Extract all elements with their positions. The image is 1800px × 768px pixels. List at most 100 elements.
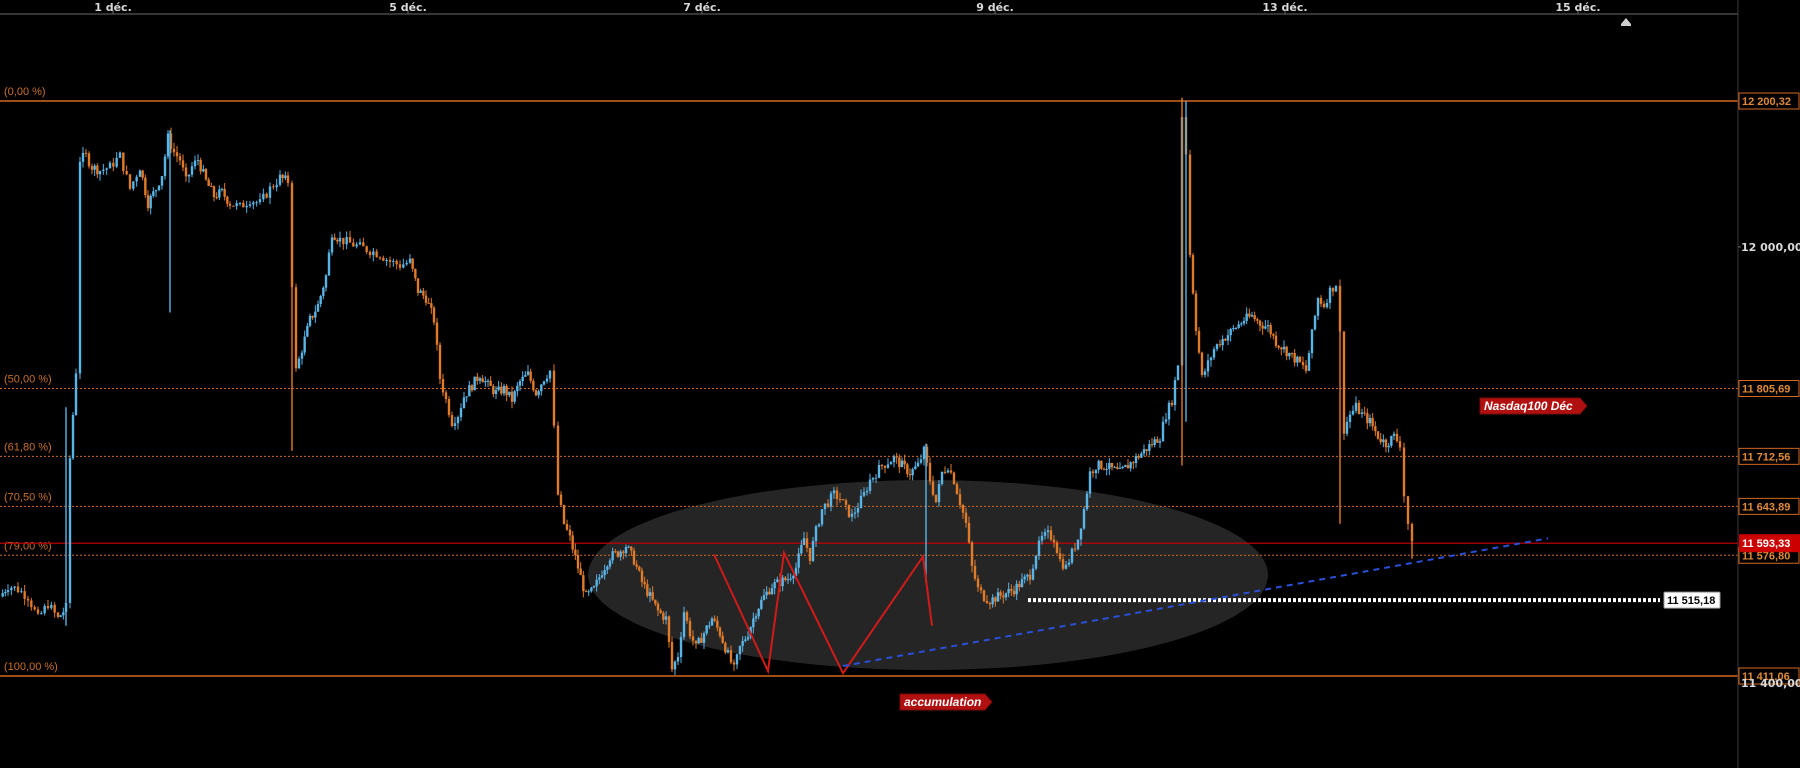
candle-body — [502, 385, 506, 394]
candle-body — [562, 505, 566, 524]
candle-body — [1170, 402, 1174, 406]
candle-body — [640, 570, 644, 582]
candle-body — [600, 575, 604, 578]
candle-body — [1040, 535, 1044, 541]
candle — [1298, 356, 1302, 363]
candle-body — [518, 381, 522, 386]
candle-body — [84, 152, 88, 154]
candle-body — [542, 381, 546, 385]
fib-price-tag: 11 643,89 — [1738, 497, 1800, 515]
candle-body — [71, 415, 75, 459]
candle-body — [1395, 433, 1399, 442]
candle-body — [505, 385, 508, 396]
candle — [447, 396, 451, 418]
candle-body — [473, 376, 476, 391]
candle-body — [903, 460, 906, 465]
candle-body — [330, 237, 334, 253]
candle-body — [265, 193, 268, 198]
candle-body — [784, 577, 787, 581]
candle-body — [311, 315, 314, 318]
candle-body — [598, 577, 601, 580]
candle-body — [1018, 583, 1021, 588]
candle — [1188, 149, 1192, 258]
candle-body — [492, 386, 495, 394]
candle-body — [154, 190, 158, 192]
candle-body — [427, 302, 430, 304]
candle-body — [526, 371, 530, 375]
candle-body — [513, 391, 516, 402]
candle-body — [1004, 593, 1008, 598]
candle-body — [1384, 439, 1388, 448]
candle-body — [1015, 583, 1018, 595]
x-tick-label: 1 déc. — [94, 1, 132, 14]
candle-body — [700, 637, 703, 643]
candle-body — [792, 576, 795, 579]
candle-body — [1058, 553, 1062, 560]
candle-body — [122, 152, 125, 172]
candle — [1100, 460, 1103, 471]
candle-body — [204, 169, 208, 180]
candle-body — [510, 391, 514, 402]
candle — [556, 421, 560, 496]
candle — [670, 636, 674, 673]
candle-body — [1061, 559, 1065, 569]
candle-body — [1269, 325, 1272, 335]
candle — [724, 641, 727, 655]
candle-body — [196, 160, 200, 162]
candle-body — [532, 380, 535, 391]
candle-body — [210, 185, 213, 187]
candle-body — [1290, 352, 1294, 354]
candle-body — [952, 472, 956, 485]
candle-body — [102, 169, 105, 172]
candle-body — [914, 466, 917, 470]
candle-body — [149, 195, 152, 209]
candle-body — [662, 612, 665, 620]
candle-body — [1256, 319, 1259, 321]
price-chart[interactable]: (0,00 %) (50,00 %) (61,80 %) (70,50 %) (79,0… — [0, 0, 1800, 768]
candle-body — [322, 287, 325, 296]
candle-body — [135, 176, 138, 182]
candle-body — [1402, 447, 1406, 497]
candle-body — [26, 598, 30, 601]
candle-body — [30, 600, 33, 608]
fib-price-tag: 11 712,56 — [1738, 447, 1800, 465]
candle-body — [943, 471, 947, 473]
candle — [1082, 506, 1086, 530]
candle — [934, 494, 938, 504]
candle-body — [348, 237, 352, 243]
candle-body — [238, 202, 242, 204]
candle-body — [23, 591, 26, 599]
candle-body — [6, 590, 10, 592]
candle-body — [1229, 329, 1232, 336]
candle-body — [1374, 426, 1377, 432]
candle-body — [916, 462, 920, 467]
candle-body — [1134, 456, 1138, 463]
candle-body — [333, 237, 336, 240]
candle-body — [500, 386, 503, 394]
candle-body — [68, 458, 72, 603]
candle-body — [595, 579, 598, 587]
candle-body — [1113, 467, 1116, 469]
candle-body — [108, 162, 112, 169]
fib-price-tag-label: 11 712,56 — [1742, 451, 1790, 463]
candle-body — [877, 464, 881, 478]
candle-body — [1334, 285, 1338, 292]
candle-body — [1191, 255, 1195, 294]
candle-body — [1226, 335, 1230, 341]
fib-level-label: (0,00 %) — [4, 86, 46, 98]
candle-body — [1197, 331, 1201, 353]
candle-body — [1234, 327, 1238, 329]
candle-body — [1100, 460, 1103, 469]
candle-body — [1316, 298, 1320, 316]
candle-body — [160, 176, 164, 186]
candle-body — [773, 582, 776, 589]
candle — [327, 249, 331, 276]
candle-body — [125, 171, 128, 175]
candle-body — [476, 376, 479, 381]
candle-body — [115, 157, 118, 167]
candle-body — [886, 464, 890, 468]
candle-body — [1322, 303, 1326, 308]
candle-body — [835, 490, 839, 499]
candle-body — [1382, 439, 1385, 443]
candle-body — [1242, 320, 1246, 324]
